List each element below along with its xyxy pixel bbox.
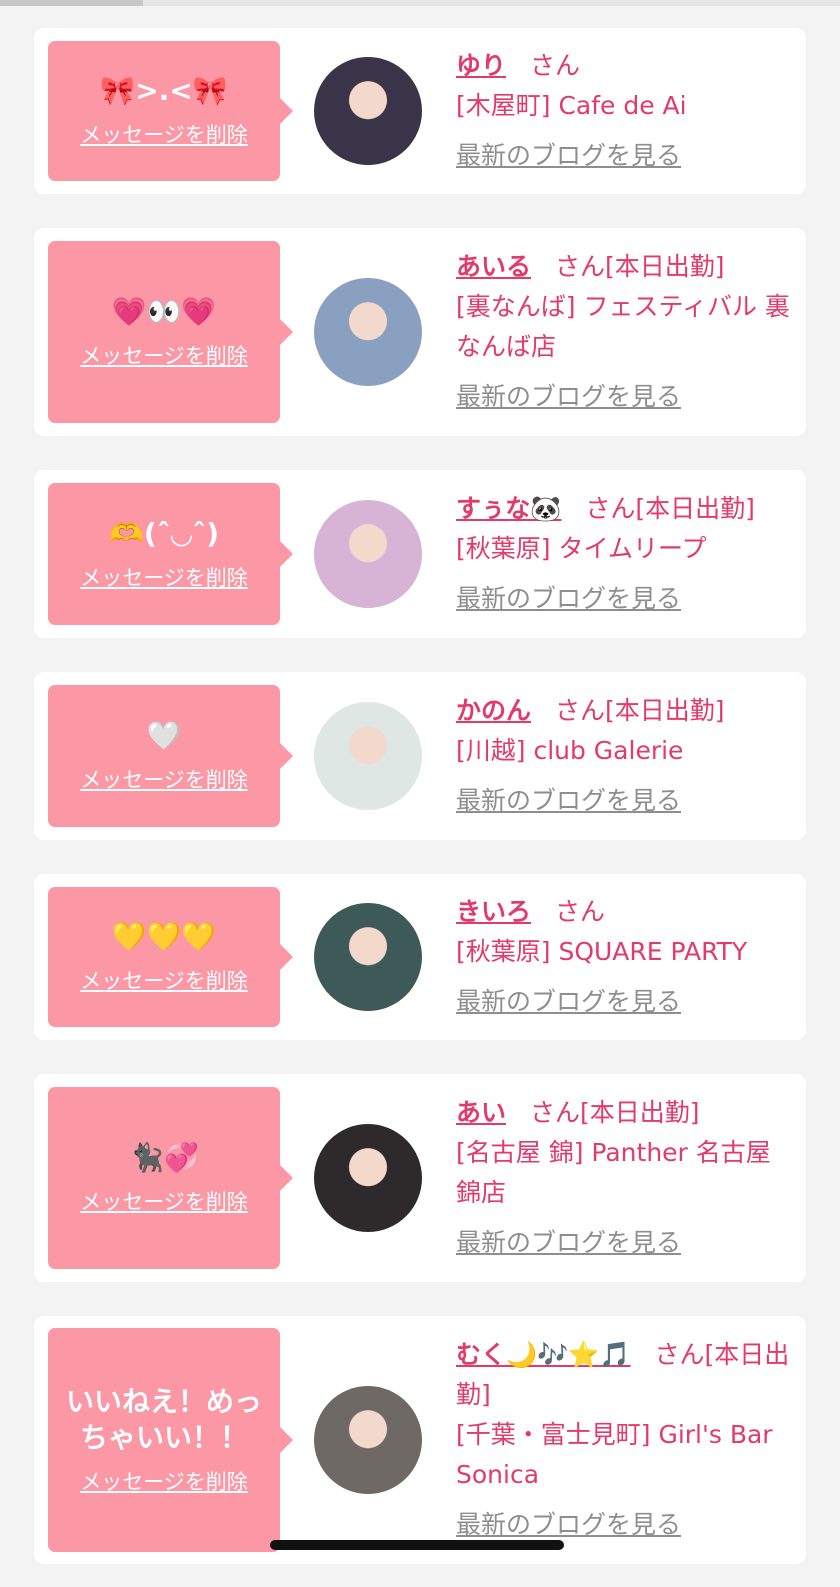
cast-info: あいる さん[本日出勤] [裏なんば] フェスティバル 裏なんば店 最新のブログを… bbox=[456, 247, 792, 417]
shop-name: [千葉・富士見町] Girl's Bar Sonica bbox=[456, 1420, 773, 1489]
cast-name-row: むく🌙🎶⭐️🎵 さん[本日出勤] bbox=[456, 1335, 792, 1415]
cast-status: さん[本日出勤] bbox=[555, 696, 725, 725]
avatar[interactable] bbox=[314, 278, 422, 386]
cast-name-row: きいろ さん bbox=[456, 892, 792, 932]
message-bubble: 🫶(ˆ◡ˆ) メッセージを削除 bbox=[48, 483, 293, 625]
cast-status: さん bbox=[530, 51, 581, 80]
cast-status: さん[本日出勤] bbox=[585, 494, 755, 523]
message-bubble: 🤍 メッセージを削除 bbox=[48, 685, 293, 827]
delete-message-link[interactable]: メッセージを削除 bbox=[80, 764, 248, 794]
message-bubble: 🐈‍⬛💞 メッセージを削除 bbox=[48, 1087, 293, 1269]
cast-info: ゆり さん [木屋町] Cafe de Ai 最新のブログを見る bbox=[456, 46, 792, 176]
latest-blog-link[interactable]: 最新のブログを見る bbox=[456, 781, 792, 821]
cast-info: あい さん[本日出勤] [名古屋 錦] Panther 名古屋錦店 最新のブログを… bbox=[456, 1093, 792, 1263]
cast-info: すぅな🐼 さん[本日出勤] [秋葉原] タイムリープ 最新のブログを見る bbox=[456, 489, 792, 619]
favorite-card: 🤍 メッセージを削除 かのん さん[本日出勤] [川越] club Galerie… bbox=[34, 672, 806, 840]
message-text: 🐈‍⬛💞 bbox=[129, 1141, 199, 1174]
avatar[interactable] bbox=[314, 903, 422, 1011]
avatar[interactable] bbox=[314, 500, 422, 608]
delete-message-link[interactable]: メッセージを削除 bbox=[80, 119, 248, 149]
favorite-card: いいねえ！めっちゃいい！！ メッセージを削除 むく🌙🎶⭐️🎵 さん[本日出勤] [… bbox=[34, 1316, 806, 1564]
delete-message-link[interactable]: メッセージを削除 bbox=[80, 562, 248, 592]
favorite-card: 💗👀💗 メッセージを削除 あいる さん[本日出勤] [裏なんば] フェスティバル … bbox=[34, 228, 806, 436]
favorite-card: 🫶(ˆ◡ˆ) メッセージを削除 すぅな🐼 さん[本日出勤] [秋葉原] タイムリー… bbox=[34, 470, 806, 638]
shop-name: [名古屋 錦] Panther 名古屋錦店 bbox=[456, 1138, 771, 1207]
shop-name: [裏なんば] フェスティバル 裏なんば店 bbox=[456, 292, 790, 361]
message-text: 🫶(ˆ◡ˆ) bbox=[109, 517, 219, 550]
cast-status: さん[本日出勤] bbox=[555, 252, 725, 281]
home-indicator bbox=[270, 1540, 564, 1550]
latest-blog-link[interactable]: 最新のブログを見る bbox=[456, 377, 792, 417]
avatar[interactable] bbox=[314, 702, 422, 810]
avatar[interactable] bbox=[314, 1124, 422, 1232]
cast-name-link[interactable]: かのん bbox=[456, 696, 531, 725]
cast-name-link[interactable]: きいろ bbox=[456, 897, 531, 926]
delete-message-link[interactable]: メッセージを削除 bbox=[80, 1466, 248, 1496]
cast-info: むく🌙🎶⭐️🎵 さん[本日出勤] [千葉・富士見町] Girl's Bar Son… bbox=[456, 1335, 792, 1545]
delete-message-link[interactable]: メッセージを削除 bbox=[80, 965, 248, 995]
cast-name-link[interactable]: すぅな🐼 bbox=[456, 494, 561, 523]
avatar[interactable] bbox=[314, 57, 422, 165]
shop-name: [木屋町] Cafe de Ai bbox=[456, 91, 687, 120]
cast-name-link[interactable]: あい bbox=[456, 1098, 506, 1127]
cast-name-row: あい さん[本日出勤] bbox=[456, 1093, 792, 1133]
shop-name: [秋葉原] SQUARE PARTY bbox=[456, 937, 748, 966]
message-text: 💛💛💛 bbox=[111, 920, 217, 953]
message-bubble: 🎀>.<🎀 メッセージを削除 bbox=[48, 41, 293, 181]
cast-status: さん[本日出勤] bbox=[530, 1098, 700, 1127]
page-load-progress bbox=[0, 0, 840, 6]
cast-name-link[interactable]: ゆり bbox=[456, 51, 506, 80]
message-list: 🎀>.<🎀 メッセージを削除 ゆり さん [木屋町] Cafe de Ai 最新の… bbox=[34, 28, 806, 1587]
latest-blog-link[interactable]: 最新のブログを見る bbox=[456, 1223, 792, 1263]
delete-message-link[interactable]: メッセージを削除 bbox=[80, 1186, 248, 1216]
cast-name-row: ゆり さん bbox=[456, 46, 792, 86]
avatar[interactable] bbox=[314, 1386, 422, 1494]
cast-name-link[interactable]: むく🌙🎶⭐️🎵 bbox=[456, 1340, 631, 1369]
message-bubble: 💛💛💛 メッセージを削除 bbox=[48, 887, 293, 1027]
latest-blog-link[interactable]: 最新のブログを見る bbox=[456, 136, 792, 176]
message-bubble: 💗👀💗 メッセージを削除 bbox=[48, 241, 293, 423]
cast-name-row: あいる さん[本日出勤] bbox=[456, 247, 792, 287]
favorite-card: 🐈‍⬛💞 メッセージを削除 あい さん[本日出勤] [名古屋 錦] Panther… bbox=[34, 1074, 806, 1282]
favorite-card: 🎀>.<🎀 メッセージを削除 ゆり さん [木屋町] Cafe de Ai 最新の… bbox=[34, 28, 806, 194]
cast-name-row: かのん さん[本日出勤] bbox=[456, 691, 792, 731]
message-text: 🤍 bbox=[146, 719, 182, 752]
shop-name: [川越] club Galerie bbox=[456, 736, 684, 765]
message-text: 🎀>.<🎀 bbox=[100, 74, 228, 107]
page-load-progress-fill bbox=[0, 0, 143, 6]
cast-info: きいろ さん [秋葉原] SQUARE PARTY 最新のブログを見る bbox=[456, 892, 792, 1022]
cast-name-link[interactable]: あいる bbox=[456, 252, 531, 281]
message-bubble: いいねえ！めっちゃいい！！ メッセージを削除 bbox=[48, 1328, 293, 1552]
shop-name: [秋葉原] タイムリープ bbox=[456, 534, 707, 563]
cast-info: かのん さん[本日出勤] [川越] club Galerie 最新のブログを見る bbox=[456, 691, 792, 821]
latest-blog-link[interactable]: 最新のブログを見る bbox=[456, 579, 792, 619]
delete-message-link[interactable]: メッセージを削除 bbox=[80, 340, 248, 370]
message-text: 💗👀💗 bbox=[111, 295, 217, 328]
cast-status: さん bbox=[555, 897, 606, 926]
latest-blog-link[interactable]: 最新のブログを見る bbox=[456, 982, 792, 1022]
message-text: いいねえ！めっちゃいい！！ bbox=[65, 1385, 262, 1454]
favorite-card: 💛💛💛 メッセージを削除 きいろ さん [秋葉原] SQUARE PARTY 最新… bbox=[34, 874, 806, 1040]
latest-blog-link[interactable]: 最新のブログを見る bbox=[456, 1505, 792, 1545]
cast-name-row: すぅな🐼 さん[本日出勤] bbox=[456, 489, 792, 529]
